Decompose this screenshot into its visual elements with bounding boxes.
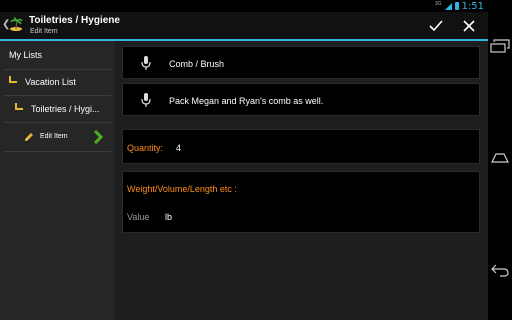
system-navigation-bar: [488, 0, 512, 320]
sidebar-item-label: Edit Item: [40, 133, 68, 140]
recent-apps-button[interactable]: [488, 34, 512, 58]
divider: [3, 151, 111, 152]
unit-selector[interactable]: lb: [165, 212, 172, 222]
folder-icon: [15, 103, 23, 110]
home-icon: [491, 153, 509, 163]
item-name-field[interactable]: Comb / Brush: [122, 46, 480, 79]
sidebar-item-label: Toiletries / Hygi...: [31, 104, 100, 114]
sidebar-item-my-lists[interactable]: My Lists: [0, 41, 112, 69]
item-name-value: Comb / Brush: [169, 59, 225, 69]
clock: 1:51: [461, 0, 484, 12]
quantity-row[interactable]: Quantity: 4: [122, 129, 480, 164]
back-button[interactable]: [488, 258, 512, 282]
edit-item-panel: Comb / Brush Pack Megan and Ryan's comb …: [114, 41, 488, 320]
home-button[interactable]: [488, 146, 512, 170]
page-subtitle: Edit Item: [30, 28, 58, 35]
chevron-right-icon: [93, 130, 104, 144]
save-button[interactable]: [426, 16, 446, 36]
check-icon: [429, 20, 443, 32]
sidebar-item-edit-item[interactable]: Edit Item: [0, 123, 112, 151]
weight-label: Weight/Volume/Length etc :: [127, 184, 237, 194]
sidebar-item-label: My Lists: [9, 50, 43, 60]
item-note-value: Pack Megan and Ryan's comb as well.: [169, 96, 324, 106]
weight-section: Weight/Volume/Length etc : Value lb: [122, 171, 480, 233]
microphone-icon[interactable]: [141, 93, 151, 108]
microphone-icon[interactable]: [141, 56, 151, 71]
signal-icon: [444, 2, 452, 10]
battery-icon: [454, 2, 459, 10]
close-icon: [463, 20, 475, 32]
status-bar: 3G 1:51: [0, 0, 488, 12]
sidebar-item-vacation-list[interactable]: Vacation List: [0, 70, 112, 95]
sidebar: My Lists Vacation List Toiletries / Hygi…: [0, 41, 114, 320]
back-icon: [491, 264, 509, 277]
page-title: Toiletries / Hygiene: [29, 15, 120, 26]
quantity-label: Quantity:: [127, 143, 164, 153]
island-icon[interactable]: [9, 17, 23, 31]
network-type: 3G: [434, 0, 442, 7]
item-note-field[interactable]: Pack Megan and Ryan's comb as well.: [122, 83, 480, 116]
cancel-button[interactable]: [459, 16, 479, 36]
pencil-icon: [25, 133, 33, 141]
sidebar-item-label: Vacation List: [25, 77, 76, 87]
status-icons: 3G 1:51: [435, 0, 484, 12]
sidebar-item-toiletries[interactable]: Toiletries / Hygi...: [0, 96, 112, 122]
folder-icon: [9, 76, 17, 83]
quantity-input[interactable]: 4: [176, 143, 181, 153]
value-label: Value: [127, 212, 150, 222]
recent-apps-icon: [490, 39, 510, 53]
